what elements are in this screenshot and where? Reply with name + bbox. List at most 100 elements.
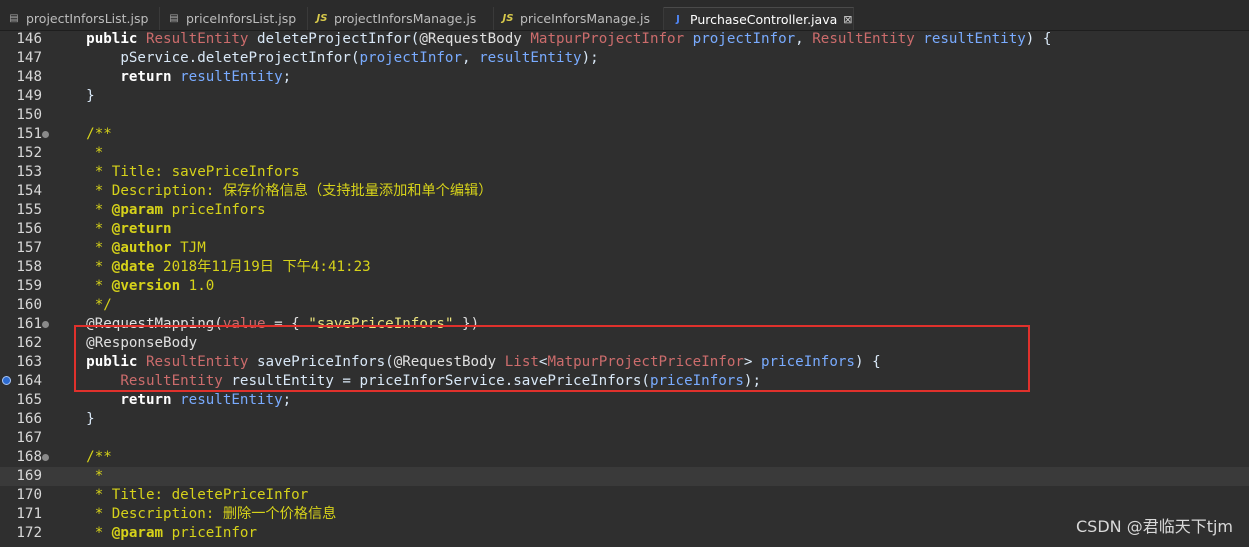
code-token: return (120, 392, 172, 408)
code-line[interactable]: 167 (0, 429, 1249, 448)
code-token: * (52, 221, 112, 237)
code-editor[interactable]: 146 public ResultEntity deleteProjectInf… (0, 30, 1249, 547)
code-token: * (52, 468, 104, 484)
code-text: /** (52, 125, 112, 144)
tab-priceinforslist-jsp[interactable]: ▤ priceInforsList.jsp (160, 7, 308, 30)
line-number: 165 (16, 392, 42, 408)
line-number: 151 (16, 126, 42, 142)
code-line[interactable]: 165 return resultEntity; (0, 391, 1249, 410)
code-line[interactable]: 169 * (0, 467, 1249, 486)
code-token: * (52, 240, 112, 256)
code-token: @version (111, 278, 181, 294)
code-line[interactable]: 170 * Title: deletePriceInfor (0, 486, 1249, 505)
code-token: priceInfor (163, 525, 258, 541)
code-text: * @param priceInfors (52, 201, 266, 220)
code-text: return resultEntity; (52, 68, 291, 87)
code-text: * @date 2018年11月19日 下午4:41:23 (52, 258, 371, 277)
fold-toggle-icon[interactable] (42, 321, 49, 328)
code-token: , (795, 31, 813, 47)
js-file-icon: JS (502, 13, 514, 24)
tab-label: PurchaseController.java (690, 11, 838, 27)
code-line[interactable]: 148 return resultEntity; (0, 68, 1249, 87)
code-line[interactable]: 158 * @date 2018年11月19日 下午4:41:23 (0, 258, 1249, 277)
code-token: return (120, 69, 172, 85)
code-line[interactable]: 154 * Description: 保存价格信息（支持批量添加和单个编辑） (0, 182, 1249, 201)
line-number: 163 (16, 354, 42, 370)
tab-label: priceInforsList.jsp (186, 11, 297, 26)
code-token: * Title: deletePriceInfor (52, 487, 309, 503)
code-line[interactable]: 168 /** (0, 448, 1249, 467)
line-number: 147 (16, 50, 42, 66)
code-token: , (462, 50, 480, 66)
code-token: * Title: savePriceInfors (52, 164, 300, 180)
tab-priceinforsmanage-js[interactable]: JS priceInforsManage.js (494, 7, 664, 30)
code-text: * @author TJM (52, 239, 206, 258)
line-number: 159 (16, 278, 42, 294)
fold-toggle-icon[interactable] (42, 454, 49, 461)
code-line[interactable]: 156 * @return (0, 220, 1249, 239)
line-number: 152 (16, 145, 42, 161)
code-line[interactable]: 152 * (0, 144, 1249, 163)
code-text: * Description: 保存价格信息（支持批量添加和单个编辑） (52, 182, 493, 201)
code-text: * @version 1.0 (52, 277, 215, 296)
code-line[interactable]: 157 * @author TJM (0, 239, 1249, 258)
code-text: public ResultEntity deleteProjectInfor(@… (52, 30, 1051, 49)
code-text: */ (52, 296, 112, 315)
code-token: @param (111, 202, 164, 218)
tab-label: projectInforsManage.js (334, 11, 477, 26)
code-token: ); (581, 50, 599, 66)
file-icon: ▤ (169, 13, 179, 24)
line-number: 169 (16, 468, 42, 484)
line-number: 171 (16, 506, 42, 522)
code-text: * (52, 467, 104, 486)
code-line[interactable]: 172 * @param priceInfor (0, 524, 1249, 543)
file-icon: ▤ (9, 13, 19, 24)
close-icon[interactable]: ⊠ (843, 13, 852, 26)
breakpoint-icon[interactable] (2, 376, 11, 385)
line-number: 162 (16, 335, 42, 351)
code-line[interactable]: 166 } (0, 410, 1249, 429)
code-token: TJM (171, 240, 206, 256)
tab-projectinforsmanage-js[interactable]: JS projectInforsManage.js (308, 7, 494, 30)
code-line[interactable]: 160 */ (0, 296, 1249, 315)
code-text: * @return (52, 220, 172, 239)
highlight-box (74, 325, 1030, 392)
code-line[interactable]: 147 pService.deleteProjectInfor(projectI… (0, 49, 1249, 68)
code-token: @param (111, 525, 164, 541)
code-token: MatpurProjectInfor (530, 31, 685, 47)
code-line[interactable]: 149 } (0, 87, 1249, 106)
fold-toggle-icon[interactable] (42, 131, 49, 138)
code-token: ) { (1025, 31, 1052, 47)
code-token: ; (282, 392, 292, 408)
code-text: * Description: 删除一个价格信息 (52, 505, 337, 524)
tab-purchasecontroller-java[interactable]: J PurchaseController.java ⊠ (664, 7, 854, 30)
line-number: 149 (16, 88, 42, 104)
line-number: 156 (16, 221, 42, 237)
line-number: 150 (16, 107, 42, 123)
code-token: ResultEntity (812, 31, 915, 47)
code-token: projectInfor (692, 31, 796, 47)
code-line[interactable]: 159 * @version 1.0 (0, 277, 1249, 296)
code-text: return resultEntity; (52, 391, 291, 410)
tab-projectinforslist-jsp[interactable]: ▤ projectInforsList.jsp (0, 7, 160, 30)
code-line[interactable]: 155 * @param priceInfors (0, 201, 1249, 220)
code-token: ; (282, 69, 292, 85)
code-token: priceInfors (163, 202, 266, 218)
code-line[interactable]: 146 public ResultEntity deleteProjectInf… (0, 30, 1249, 49)
code-token: } (52, 411, 95, 427)
code-token: resultEntity (923, 31, 1026, 47)
line-number: 170 (16, 487, 42, 503)
code-token: * (52, 202, 112, 218)
code-line[interactable]: 153 * Title: savePriceInfors (0, 163, 1249, 182)
code-line[interactable]: 150 (0, 106, 1249, 125)
code-token: public (86, 31, 138, 47)
code-text: /** (52, 448, 112, 467)
code-token: 2018年11月19日 下午4:41:23 (154, 259, 371, 275)
line-number: 167 (16, 430, 42, 446)
code-line[interactable]: 171 * Description: 删除一个价格信息 (0, 505, 1249, 524)
code-line[interactable]: 151 /** (0, 125, 1249, 144)
